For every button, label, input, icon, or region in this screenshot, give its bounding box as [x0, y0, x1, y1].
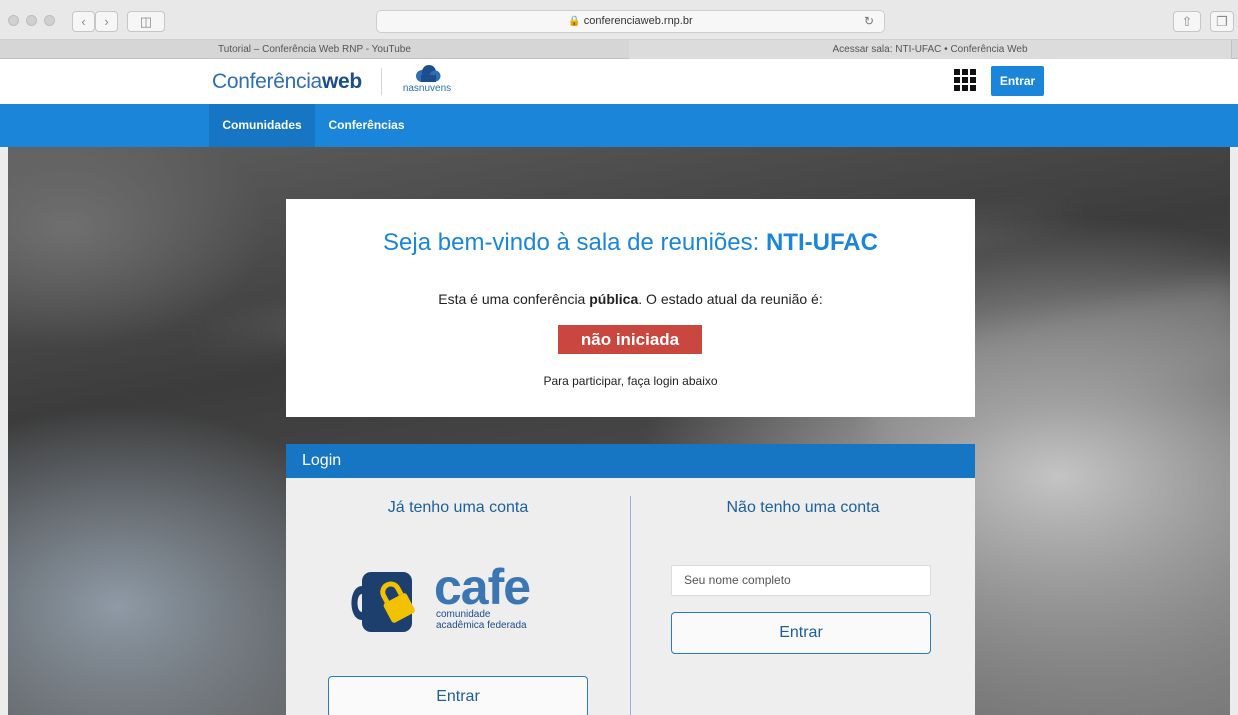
welcome-title-prefix: Seja bem-vindo à sala de reuniões: — [383, 229, 766, 256]
conference-description: Esta é uma conferência pública. O estado… — [286, 291, 975, 307]
desc-suffix: . O estado atual da reunião é: — [638, 291, 823, 307]
desc-prefix: Esta é uma conferência — [438, 291, 590, 307]
browser-toolbar: ‹ › ◫ 🔒 conferenciaweb.rnp.br ↻ ⇧ ❐ — [0, 0, 1238, 40]
sidebar-icon[interactable]: ◫ — [127, 11, 165, 32]
login-hint: Para participar, faça login abaixo — [543, 374, 718, 388]
cafe-subtitle-line1: comunidade — [436, 609, 491, 620]
tabs-overview-icon[interactable]: ❐ — [1210, 11, 1234, 32]
cafe-login-button[interactable]: Entrar — [328, 676, 588, 715]
share-icon[interactable]: ⇧ — [1173, 11, 1201, 32]
cafe-login-logo[interactable]: cafe comunidade acadêmica federada — [346, 559, 546, 636]
back-icon[interactable]: ‹ — [72, 11, 95, 32]
logo-divider — [381, 68, 382, 95]
main-nav: Comunidades Conferências — [0, 104, 1238, 147]
lock-icon: 🔒 — [568, 16, 581, 27]
welcome-card: Seja bem-vindo à sala de reuniões: NTI-U… — [286, 199, 975, 417]
address-bar[interactable]: 🔒 conferenciaweb.rnp.br ↻ — [376, 10, 885, 33]
nav-item-comunidades[interactable]: Comunidades — [209, 104, 315, 147]
room-name: NTI-UFAC — [765, 229, 878, 256]
login-panel-title: Login — [286, 444, 975, 478]
apps-grid-icon[interactable] — [954, 69, 976, 91]
minimize-window-icon[interactable] — [26, 15, 37, 26]
tab-bar: Tutorial – Conferência Web RNP - YouTube… — [0, 40, 1238, 59]
column-divider — [630, 496, 631, 715]
full-name-input[interactable]: Seu nome completo — [671, 565, 931, 596]
tab-youtube[interactable]: Tutorial – Conferência Web RNP - YouTube — [0, 40, 629, 59]
cloud-icon — [416, 65, 441, 82]
forward-icon[interactable]: › — [95, 11, 118, 32]
welcome-title: Seja bem-vindo à sala de reuniões: NTI-U… — [286, 229, 975, 257]
logo-regular-text: Conferência — [212, 70, 322, 93]
zoom-window-icon[interactable] — [44, 15, 55, 26]
cafe-subtitle: comunidade acadêmica federada — [436, 609, 527, 631]
cafe-mug-icon — [351, 572, 415, 632]
conference-visibility: pública — [589, 291, 639, 307]
cafe-wordmark: cafe — [434, 559, 531, 615]
site-header: Conferênciaweb nasnuvens Entrar — [0, 59, 1238, 104]
tab-title: Acessar sala: NTI-UFAC • Conferência Web — [832, 44, 1028, 55]
no-account-heading: Não tenho uma conta — [726, 499, 880, 516]
login-panel: Login Já tenho uma conta Não tenho uma c… — [286, 444, 975, 715]
conferenciaweb-logo[interactable]: Conferênciaweb — [212, 70, 362, 94]
nasnuvens-text: nasnuvens — [402, 83, 452, 94]
nasnuvens-logo[interactable]: nasnuvens — [397, 63, 457, 99]
tab-title: Tutorial – Conferência Web RNP - YouTube — [218, 44, 411, 55]
cafe-subtitle-line2: acadêmica federada — [436, 620, 527, 631]
guest-login-button[interactable]: Entrar — [671, 612, 931, 654]
tab-conferencia[interactable]: Acessar sala: NTI-UFAC • Conferência Web — [629, 40, 1232, 59]
nav-item-conferencias[interactable]: Conferências — [315, 104, 418, 147]
meeting-status-badge: não iniciada — [558, 325, 702, 354]
reload-icon[interactable]: ↻ — [864, 14, 874, 28]
logo-bold-text: web — [321, 70, 362, 93]
header-login-button[interactable]: Entrar — [991, 66, 1044, 96]
close-window-icon[interactable] — [8, 15, 19, 26]
existing-account-heading: Já tenho uma conta — [387, 499, 529, 516]
url-text: conferenciaweb.rnp.br — [583, 15, 693, 27]
